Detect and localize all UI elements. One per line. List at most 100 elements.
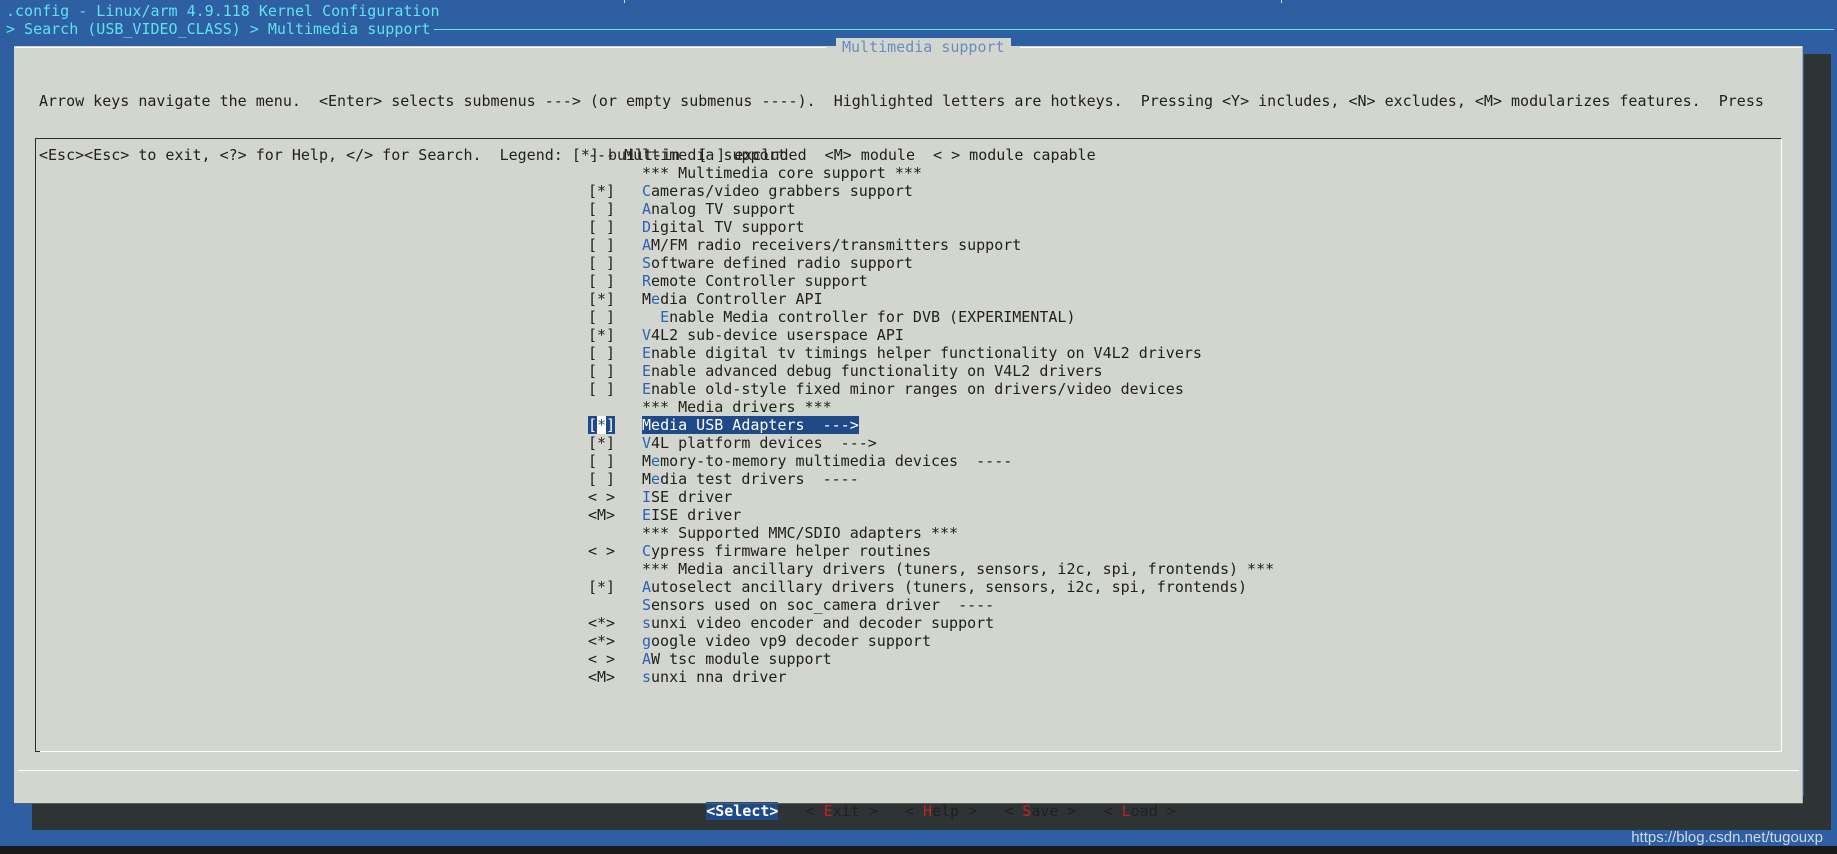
title-tick — [1281, 0, 1282, 3]
menu-item-label: *** Media ancillary drivers (tuners, sen… — [642, 560, 1274, 578]
menu-item-prefix: M — [642, 416, 652, 434]
menu-item[interactable]: *** Supported MMC/SDIO adapters *** — [588, 524, 1274, 542]
menu-item-hotkey: R — [642, 272, 652, 290]
menu-item[interactable]: *** Multimedia core support *** — [588, 164, 1274, 182]
menu-item-text: oogle video vp9 decoder support — [651, 632, 931, 650]
menu-item[interactable]: [ ] Remote Controller support — [588, 272, 1274, 290]
menu-list: --- Multimedia support *** Multimedia cor… — [588, 146, 1274, 686]
breadcrumb-rule — [434, 29, 1834, 30]
menu-item-hotkey: g — [642, 632, 652, 650]
menu-item[interactable]: [ ] Enable advanced debug functionality o… — [588, 362, 1274, 380]
menu-item-text: dia Controller API — [660, 290, 823, 308]
menu-item-text: mory-to-memory multimedia devices ---- — [660, 452, 1013, 470]
load-button[interactable]: < Load > — [1104, 802, 1176, 820]
help-button-pre: < — [904, 802, 923, 820]
title-rule-right — [1020, 47, 1803, 48]
menu-item[interactable]: [ ] Digital TV support — [588, 218, 1274, 236]
dialog-title: Multimedia support — [836, 38, 1011, 56]
menu-item-selected[interactable]: [*] Media USB Adapters ---> — [588, 416, 1274, 434]
menu-item-hotkey: A — [642, 578, 652, 596]
menu-item[interactable]: *** Media drivers *** — [588, 398, 1274, 416]
save-button-pre: < — [1004, 802, 1023, 820]
menu-item-text: SE driver — [651, 488, 733, 506]
menu-item-label: *** Media drivers *** — [642, 398, 832, 416]
menu-item-label: sunxi nna driver — [642, 668, 787, 686]
menu-item-hotkey: s — [642, 614, 652, 632]
menu-item-text: nable Media controller for DVB (EXPERIME… — [669, 308, 1076, 326]
save-button-hotkey: S — [1022, 802, 1032, 820]
menu-item-state: < > — [588, 542, 616, 560]
exit-button-pre: < — [805, 802, 824, 820]
menu-item[interactable]: [ ] Memory-to-memory multimedia devices -… — [588, 452, 1274, 470]
watermark: https://blog.csdn.net/tugouxp — [1631, 829, 1823, 846]
menu-item-label: Autoselect ancillary drivers (tuners, se… — [642, 578, 1247, 596]
menuconfig-dialog: Multimedia support Arrow keys navigate t… — [14, 38, 1803, 820]
save-button[interactable]: < Save > — [1004, 802, 1076, 820]
menu-item-state: < > — [588, 650, 616, 668]
menu-item[interactable]: [*] Cameras/video grabbers support — [588, 182, 1274, 200]
menu-item[interactable]: [ ] Enable old-style fixed minor ranges o… — [588, 380, 1274, 398]
menu-item[interactable]: [ ] Enable digital tv timings helper func… — [588, 344, 1274, 362]
menu-item-label: Digital TV support — [642, 218, 805, 236]
menu-item[interactable]: [ ] Enable Media controller for DVB (EXP… — [588, 308, 1274, 326]
menu-item-label: *** Multimedia core support *** — [642, 164, 922, 182]
menu-item-text: dia USB Adapters ---> — [660, 416, 859, 434]
menu-item[interactable]: <*> sunxi video encoder and decoder suppo… — [588, 614, 1274, 632]
menu-item[interactable]: [*] Media Controller API — [588, 290, 1274, 308]
menu-item[interactable]: [ ] AM/FM radio receivers/transmitters su… — [588, 236, 1274, 254]
menu-item[interactable]: <M> sunxi nna driver — [588, 668, 1274, 686]
select-button[interactable]: <Select> — [706, 802, 779, 820]
menu-item-hotkey: A — [642, 650, 652, 668]
menu-item[interactable]: [ ] Analog TV support — [588, 200, 1274, 218]
menu-item[interactable]: [*] V4L platform devices ---> — [588, 434, 1274, 452]
menu-item-text: ypress firmware helper routines — [651, 542, 931, 560]
menu-item[interactable]: <M> EISE driver — [588, 506, 1274, 524]
help-button-hotkey: H — [922, 802, 932, 820]
menu-item-text: utoselect ancillary drivers (tuners, sen… — [651, 578, 1248, 596]
menu-item-state: [ ] — [588, 380, 616, 398]
menu-item[interactable]: [*] V4L2 sub-device userspace API — [588, 326, 1274, 344]
menu-item-hotkey: e — [651, 290, 661, 308]
menu-item-label: Memory-to-memory multimedia devices ---- — [642, 452, 1012, 470]
menu-item-text: 4L platform devices ---> — [651, 434, 877, 452]
menu-item-state: [ ] — [588, 236, 616, 254]
menu-item-text: ameras/video grabbers support — [651, 182, 913, 200]
exit-button-hotkey: E — [823, 802, 833, 820]
menu-item-state: [ ] — [588, 254, 616, 272]
menu-item-prefix: M — [642, 452, 652, 470]
menu-item[interactable]: [ ] Software defined radio support — [588, 254, 1274, 272]
load-button-rest: oad > — [1130, 802, 1176, 820]
exit-button[interactable]: < Exit > — [806, 802, 878, 820]
save-button-rest: ave > — [1031, 802, 1077, 820]
menu-item-hotkey: E — [642, 506, 652, 524]
exit-button-rest: xit > — [832, 802, 878, 820]
menu-item-state: [ ] — [588, 470, 616, 488]
menu-item[interactable]: [*] Autoselect ancillary drivers (tuners,… — [588, 578, 1274, 596]
menu-item[interactable]: Sensors used on soc_camera driver ---- — [588, 596, 1274, 614]
select-button-hotkey: S — [715, 802, 725, 820]
menu-item-state: <*> — [588, 632, 616, 650]
select-button-rest: elect> — [724, 802, 779, 820]
menu-item-label: AW tsc module support — [642, 650, 832, 668]
menu-item-text: oftware defined radio support — [651, 254, 913, 272]
menu-item-state: [*] — [588, 326, 616, 344]
menu-item[interactable]: < > ISE driver — [588, 488, 1274, 506]
menu-item-state: --- — [588, 146, 616, 164]
buttons: <Select> < Exit > < Help > < Save > < Lo… — [652, 784, 1176, 838]
help-button[interactable]: < Help > — [905, 802, 977, 820]
menu-item[interactable]: < > Cypress firmware helper routines — [588, 542, 1274, 560]
dialog-edge — [1802, 46, 1803, 804]
menu-item-text: M/FM radio receivers/transmitters suppor… — [651, 236, 1022, 254]
menu-item[interactable]: < > AW tsc module support — [588, 650, 1274, 668]
help-button-rest: elp > — [931, 802, 978, 820]
menu-item-hotkey: V — [642, 326, 652, 344]
menu-item[interactable]: *** Media ancillary drivers (tuners, sen… — [588, 560, 1274, 578]
menu-item[interactable]: <*> google video vp9 decoder support — [588, 632, 1274, 650]
menu-item[interactable]: --- Multimedia support — [588, 146, 1274, 164]
menu-item-prefix: M — [642, 290, 652, 308]
menu-item[interactable]: [ ] Media test drivers ---- — [588, 470, 1274, 488]
menu-item-state-box: [*] — [588, 416, 616, 434]
menu-item-text: nable digital tv timings helper function… — [651, 344, 1202, 362]
menu-item-label: Cameras/video grabbers support — [642, 182, 913, 200]
menu-item-text: *** Media ancillary drivers (tuners, sen… — [642, 560, 1275, 578]
